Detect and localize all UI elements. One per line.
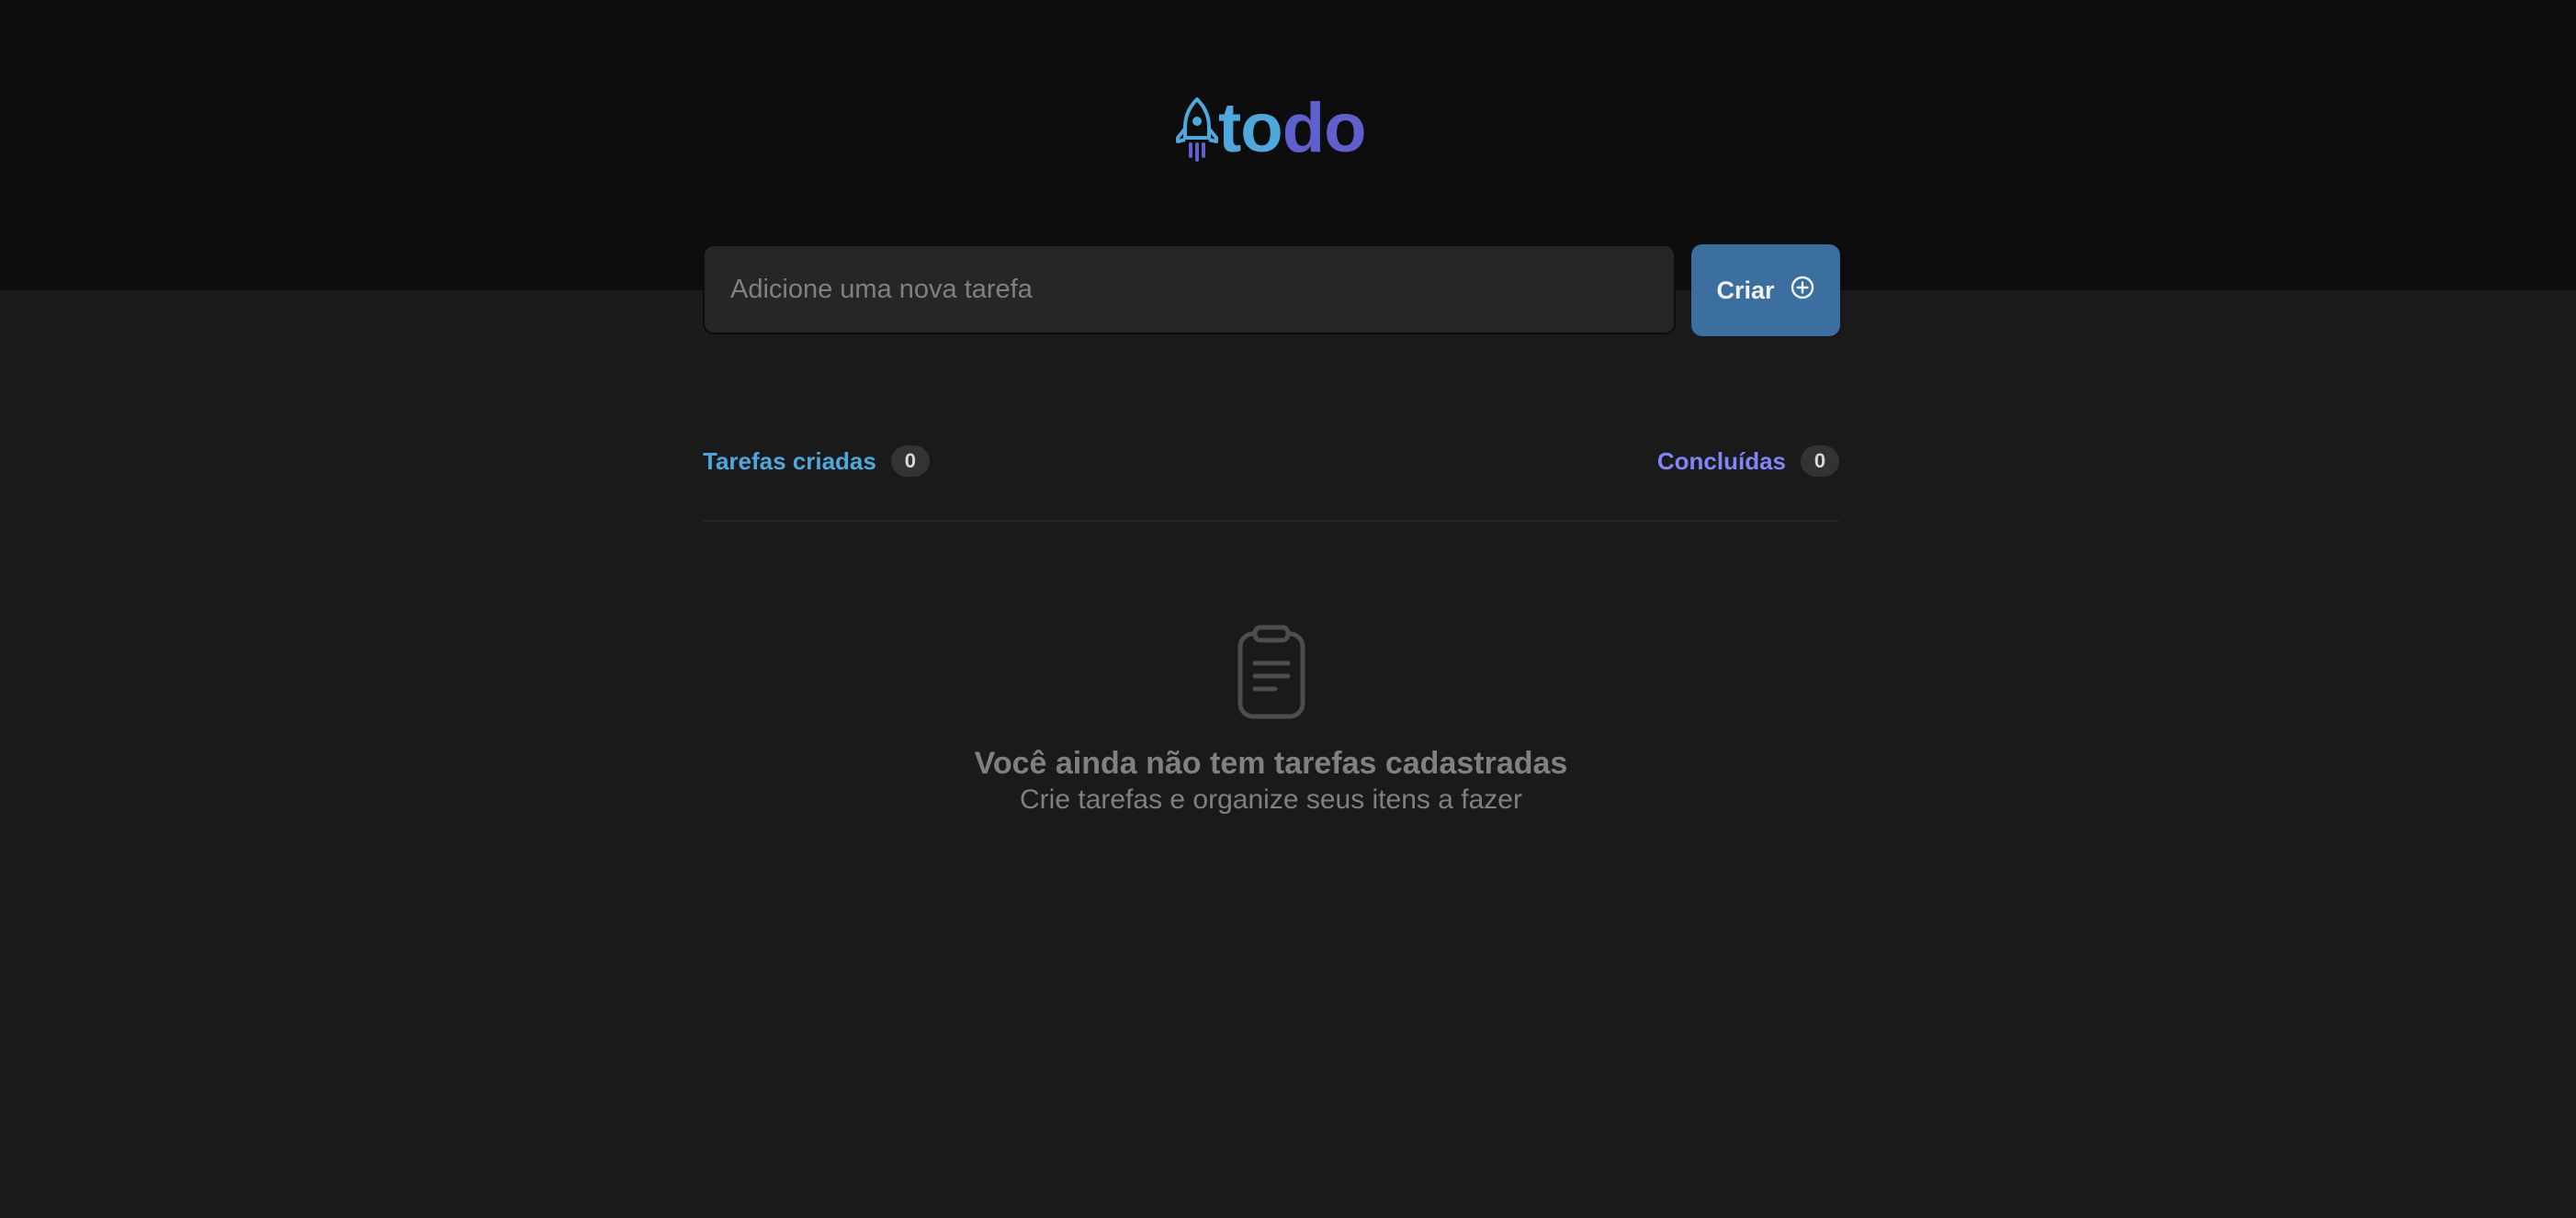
list-divider bbox=[703, 520, 1839, 522]
empty-state-subtitle: Crie tarefas e organize seus itens a faz… bbox=[1020, 784, 1522, 815]
task-counters: Tarefas criadas 0 Concluídas 0 bbox=[703, 445, 1839, 478]
logo-text: todo bbox=[1218, 89, 1367, 167]
clipboard-icon bbox=[1235, 625, 1308, 725]
empty-state-title: Você ainda não tem tarefas cadastradas bbox=[974, 746, 1568, 781]
create-button-label: Criar bbox=[1716, 276, 1775, 304]
logo-text-do: do bbox=[1282, 89, 1367, 167]
new-task-form: Criar bbox=[703, 244, 1840, 336]
create-button[interactable]: Criar bbox=[1691, 244, 1840, 336]
created-tasks-badge: 0 bbox=[890, 445, 930, 477]
completed-tasks-label: Concluídas bbox=[1656, 446, 1786, 475]
new-task-input[interactable] bbox=[703, 244, 1676, 334]
empty-state: Você ainda não tem tarefas cadastradas C… bbox=[703, 625, 1839, 818]
created-tasks-label: Tarefas criadas bbox=[703, 446, 876, 475]
app-logo: todo bbox=[1176, 89, 1367, 167]
completed-tasks-badge: 0 bbox=[1801, 445, 1839, 477]
created-tasks-counter: Tarefas criadas 0 bbox=[703, 445, 930, 478]
rocket-icon bbox=[1176, 96, 1218, 162]
plus-circle-icon bbox=[1790, 275, 1815, 307]
logo-text-to: to bbox=[1218, 89, 1283, 167]
completed-tasks-counter: Concluídas 0 bbox=[1657, 445, 1839, 478]
